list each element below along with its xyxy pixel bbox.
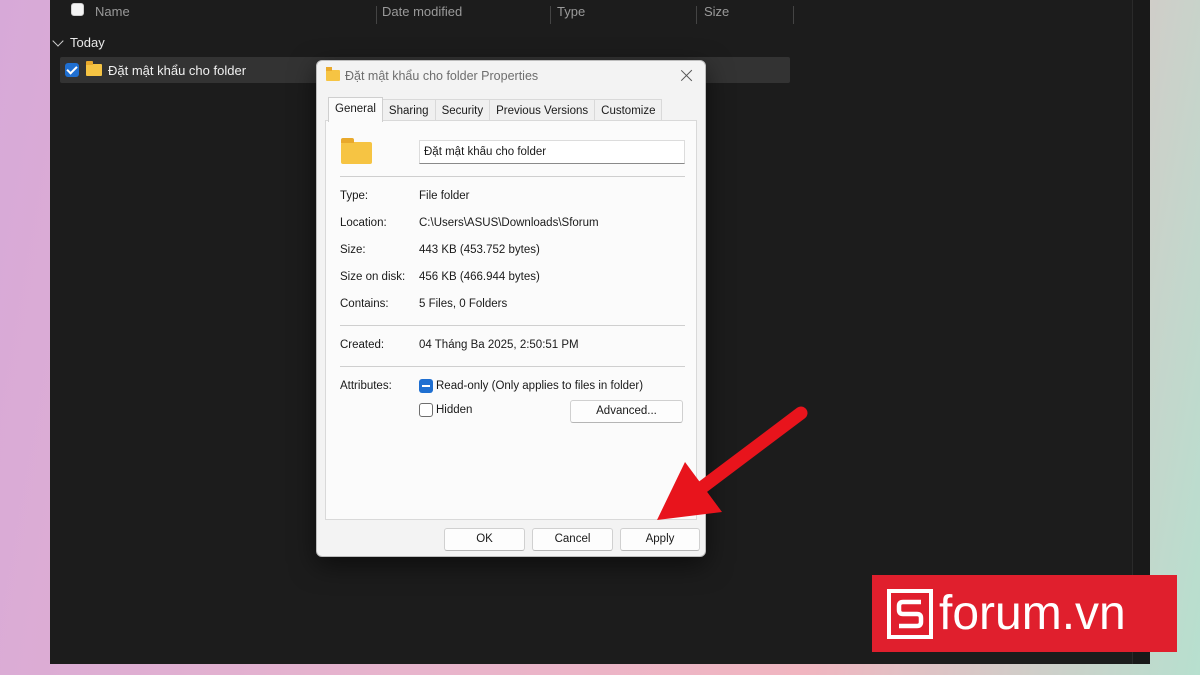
created-value: 04 Tháng Ba 2025, 2:50:51 PM — [419, 339, 579, 351]
apply-button[interactable]: Apply — [620, 528, 700, 551]
divider — [340, 325, 685, 326]
contains-value: 5 Files, 0 Folders — [419, 298, 508, 310]
column-type[interactable]: Type — [557, 4, 585, 19]
size-on-disk-value: 456 KB (466.944 bytes) — [419, 271, 540, 283]
folder-icon — [86, 61, 102, 76]
column-header: Name Date modified Type Size — [50, 0, 795, 24]
column-divider[interactable] — [793, 6, 794, 24]
tab-customize[interactable]: Customize — [594, 99, 663, 121]
folder-icon — [326, 67, 340, 81]
logo-text: forum.vn — [939, 587, 1126, 640]
size-value: 443 KB (453.752 bytes) — [419, 244, 540, 256]
column-divider[interactable] — [696, 6, 697, 24]
readonly-checkbox[interactable] — [419, 379, 433, 393]
contains-label: Contains: — [340, 298, 389, 310]
tab-sharing[interactable]: Sharing — [381, 99, 436, 121]
column-name[interactable]: Name — [95, 4, 130, 19]
chevron-down-icon — [52, 34, 64, 47]
dialog-titlebar[interactable]: Đặt mật khẩu cho folder Properties — [317, 61, 705, 91]
column-date-modified[interactable]: Date modified — [382, 4, 462, 19]
properties-dialog: Đặt mật khẩu cho folder Properties Gener… — [316, 60, 706, 557]
sforum-s-mark-icon — [887, 588, 933, 639]
vertical-scrollbar[interactable] — [1132, 0, 1150, 664]
select-all-checkbox[interactable] — [71, 3, 84, 16]
attributes-label: Attributes: — [340, 380, 392, 392]
tab-security[interactable]: Security — [434, 99, 491, 121]
dialog-title: Đặt mật khẩu cho folder Properties — [345, 69, 539, 83]
folder-name-input[interactable] — [419, 140, 685, 164]
tab-bar: General Sharing Security Previous Versio… — [328, 97, 663, 122]
tab-general[interactable]: General — [328, 97, 383, 122]
group-header-today[interactable]: Today — [52, 34, 105, 50]
close-icon[interactable] — [677, 66, 697, 86]
hidden-checkbox[interactable] — [419, 403, 433, 417]
advanced-button[interactable]: Advanced... — [570, 400, 683, 423]
location-label: Location: — [340, 217, 387, 229]
general-panel: Type: File folder Location: C:\Users\ASU… — [325, 120, 697, 520]
size-label: Size: — [340, 244, 366, 256]
column-divider[interactable] — [376, 6, 377, 24]
size-on-disk-label: Size on disk: — [340, 271, 406, 283]
column-divider[interactable] — [550, 6, 551, 24]
divider — [340, 176, 685, 177]
type-label: Type: — [340, 190, 369, 202]
column-size[interactable]: Size — [704, 4, 729, 19]
tab-previous-versions[interactable]: Previous Versions — [489, 99, 596, 121]
divider — [340, 366, 685, 367]
ok-button[interactable]: OK — [444, 528, 525, 551]
location-value: C:\Users\ASUS\Downloads\Sforum — [419, 217, 599, 229]
group-label: Today — [70, 35, 105, 50]
cancel-button[interactable]: Cancel — [532, 528, 613, 551]
file-name: Đặt mật khẩu cho folder — [108, 62, 247, 78]
created-label: Created: — [340, 339, 385, 351]
folder-icon — [341, 138, 372, 164]
hidden-label[interactable]: Hidden — [436, 404, 472, 416]
row-checkbox[interactable] — [65, 63, 79, 77]
readonly-label[interactable]: Read-only (Only applies to files in fold… — [436, 380, 643, 392]
type-value: File folder — [419, 190, 470, 202]
sforum-logo: forum.vn — [872, 575, 1177, 652]
